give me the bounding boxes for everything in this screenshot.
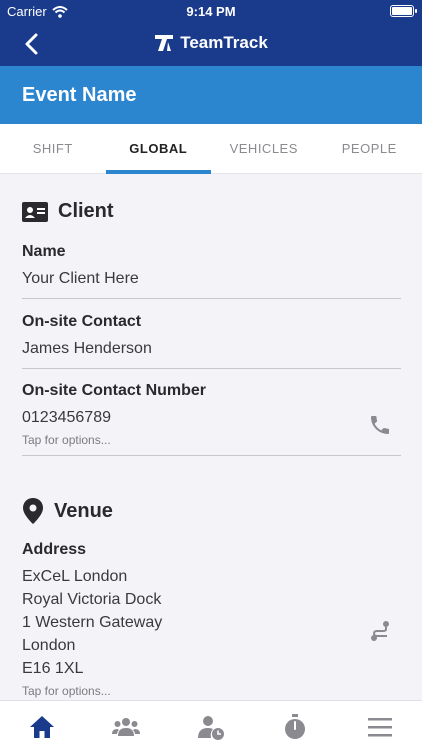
- venue-heading: Venue: [54, 499, 113, 522]
- team-icon[interactable]: [112, 713, 140, 741]
- divider: [22, 455, 401, 456]
- address-line: E16 1XL: [22, 660, 84, 677]
- stopwatch-icon[interactable]: [281, 713, 309, 741]
- id-card-icon: [22, 201, 48, 222]
- address-line: 1 Western Gateway: [22, 614, 163, 631]
- contact-number-field[interactable]: On-site Contact Number 0123456789 Tap fo…: [22, 382, 401, 447]
- tab-vehicles[interactable]: VEHICLES: [211, 124, 317, 174]
- divider: [22, 368, 401, 369]
- client-heading: Client: [58, 200, 114, 222]
- app-logo: TeamTrack: [0, 33, 422, 53]
- app-name: TeamTrack: [180, 33, 268, 52]
- menu-icon[interactable]: [366, 713, 394, 741]
- contact-number-label: On-site Contact Number: [22, 382, 207, 399]
- client-name-field: Name Your Client Here: [22, 243, 401, 290]
- venue-section-header: Venue: [22, 498, 113, 524]
- tab-people[interactable]: PEOPLE: [317, 124, 422, 174]
- onsite-contact-label: On-site Contact: [22, 313, 142, 330]
- contact-number-hint: Tap for options...: [22, 433, 111, 447]
- event-details: Client Name Your Client Here On-site Con…: [0, 175, 422, 700]
- client-name-value: Your Client Here: [22, 270, 139, 287]
- map-pin-icon: [23, 498, 43, 524]
- onsite-contact-field: On-site Contact James Henderson: [22, 313, 401, 360]
- onsite-contact-value: James Henderson: [22, 340, 152, 357]
- client-name-label: Name: [22, 243, 66, 260]
- address-value[interactable]: ExCeL London Royal Victoria Dock 1 Weste…: [22, 565, 401, 680]
- client-section-header: Client: [22, 200, 114, 223]
- navigation-bar: TeamTrack: [0, 22, 422, 66]
- address-field[interactable]: Address ExCeL London Royal Victoria Dock…: [22, 541, 401, 698]
- title-bar: Event Name: [0, 66, 422, 124]
- clock: 9:14 PM: [186, 4, 236, 19]
- page-title: Event Name: [22, 84, 137, 106]
- contact-number-value[interactable]: 0123456789: [22, 406, 401, 429]
- phone-icon[interactable]: [368, 413, 392, 437]
- teamtrack-logo-icon: [155, 35, 174, 51]
- address-line: ExCeL London: [22, 568, 128, 585]
- address-line: Royal Victoria Dock: [22, 591, 162, 608]
- home-icon[interactable]: [28, 713, 56, 741]
- battery-icon: [390, 5, 417, 17]
- divider: [22, 298, 401, 299]
- address-hint: Tap for options...: [22, 684, 111, 698]
- route-icon[interactable]: [368, 619, 392, 643]
- address-label: Address: [22, 541, 87, 558]
- address-line: London: [22, 637, 76, 654]
- bottom-tab-bar: [0, 700, 422, 750]
- tab-shift[interactable]: SHIFT: [0, 124, 106, 174]
- user-clock-icon[interactable]: [197, 713, 225, 741]
- segment-tabs: SHIFT GLOBAL VEHICLES PEOPLE: [0, 124, 422, 174]
- tab-global[interactable]: GLOBAL: [105, 124, 212, 174]
- status-bar: Carrier 9:14 PM: [0, 0, 422, 22]
